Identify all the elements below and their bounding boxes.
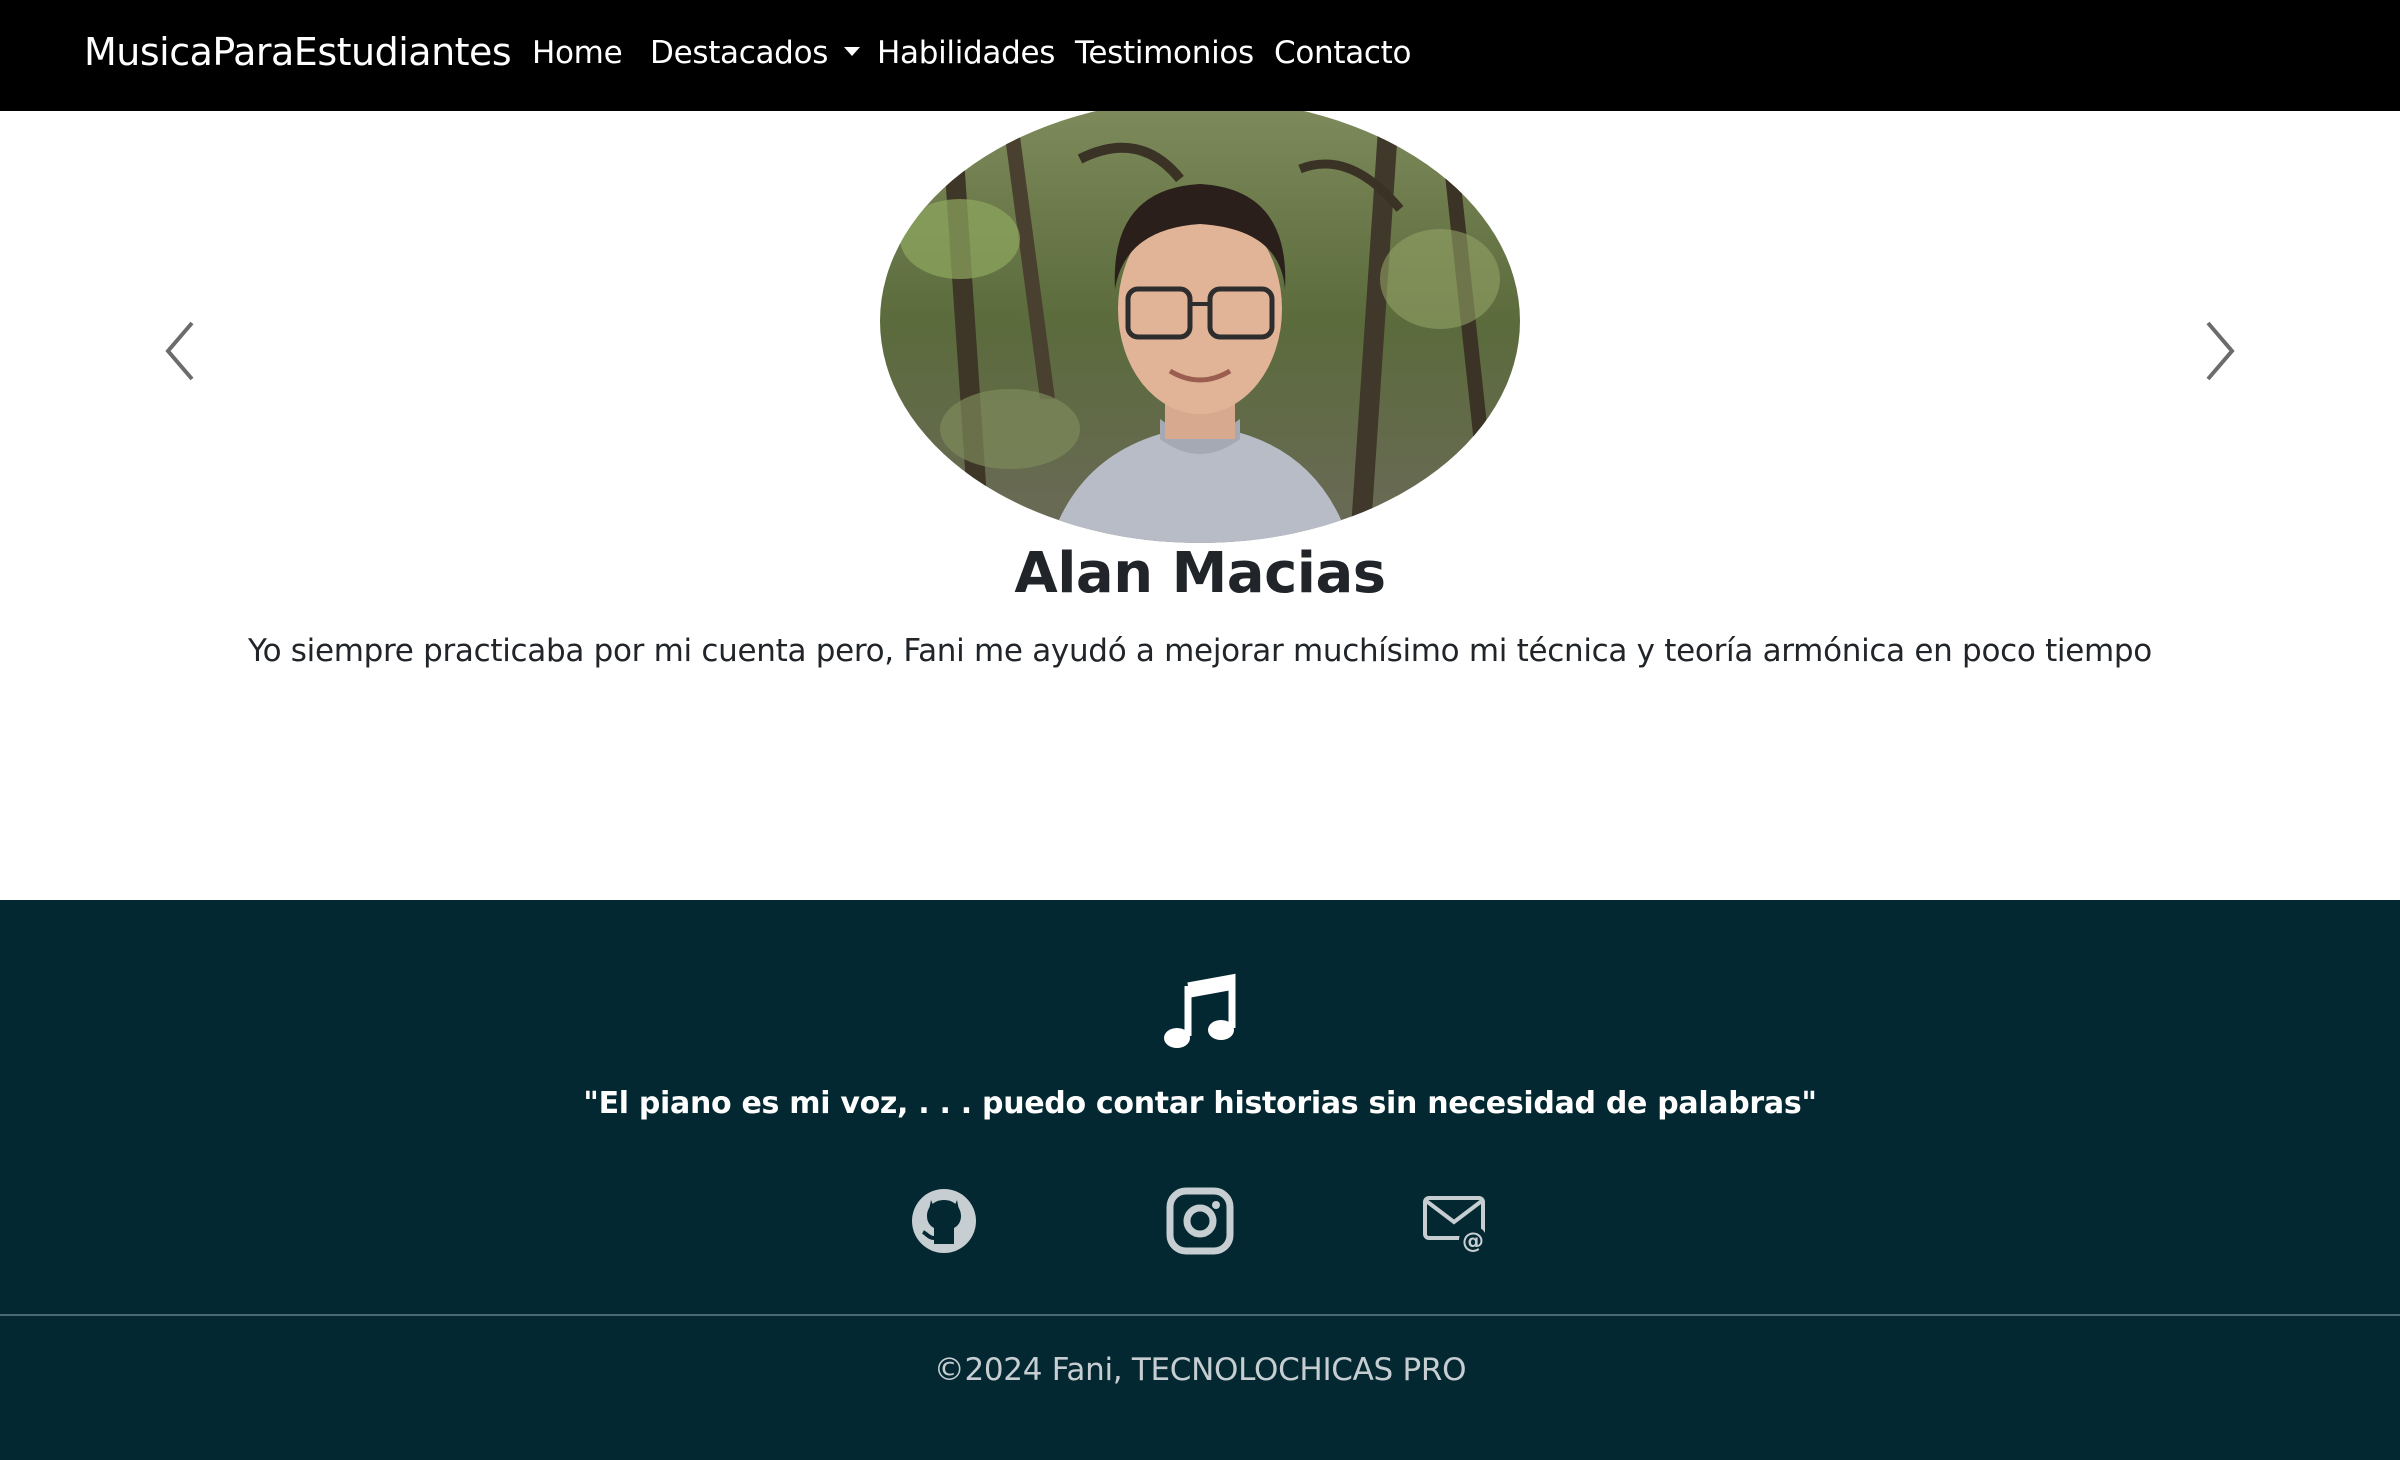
instagram-link[interactable] bbox=[1165, 1186, 1235, 1256]
testimonial-text: Yo siempre practicaba por mi cuenta pero… bbox=[248, 633, 2152, 669]
email-icon: @ bbox=[1423, 1196, 1487, 1254]
nav-contacto[interactable]: Contacto bbox=[1274, 35, 1411, 71]
navbar: MusicaParaEstudiantes Home Destacados Ha… bbox=[0, 0, 2400, 111]
carousel-next-button[interactable] bbox=[2190, 311, 2250, 391]
testimonial-avatar bbox=[880, 99, 1520, 543]
music-note-icon bbox=[1160, 972, 1240, 1052]
instagram-icon bbox=[1166, 1187, 1234, 1255]
brand-link[interactable]: MusicaParaEstudiantes bbox=[84, 30, 512, 74]
copyright-text: ©2024 Fani, TECNOLOCHICAS PRO bbox=[933, 1352, 1467, 1388]
nav-destacados-dropdown[interactable]: Destacados bbox=[650, 35, 861, 71]
email-link[interactable]: @ bbox=[1421, 1186, 1491, 1256]
chevron-left-icon bbox=[165, 321, 194, 381]
footer: "El piano es mi voz, . . . puedo contar … bbox=[0, 900, 2400, 1460]
nav-home[interactable]: Home bbox=[532, 35, 623, 71]
github-link[interactable] bbox=[909, 1186, 979, 1256]
github-icon bbox=[912, 1189, 976, 1253]
testimonial-carousel: Alan Macias Yo siempre practicaba por mi… bbox=[0, 99, 2400, 900]
nav-destacados-label: Destacados bbox=[650, 35, 829, 71]
testimonial-name: Alan Macias bbox=[1014, 541, 1386, 606]
nav-testimonios[interactable]: Testimonios bbox=[1075, 35, 1254, 71]
chevron-right-icon bbox=[2206, 321, 2235, 381]
footer-divider bbox=[0, 1314, 2400, 1316]
footer-quote: "El piano es mi voz, . . . puedo contar … bbox=[583, 1086, 1817, 1121]
caret-down-icon bbox=[844, 47, 861, 56]
nav-habilidades[interactable]: Habilidades bbox=[877, 35, 1055, 71]
svg-text:@: @ bbox=[1462, 1229, 1484, 1254]
carousel-prev-button[interactable] bbox=[150, 311, 210, 391]
